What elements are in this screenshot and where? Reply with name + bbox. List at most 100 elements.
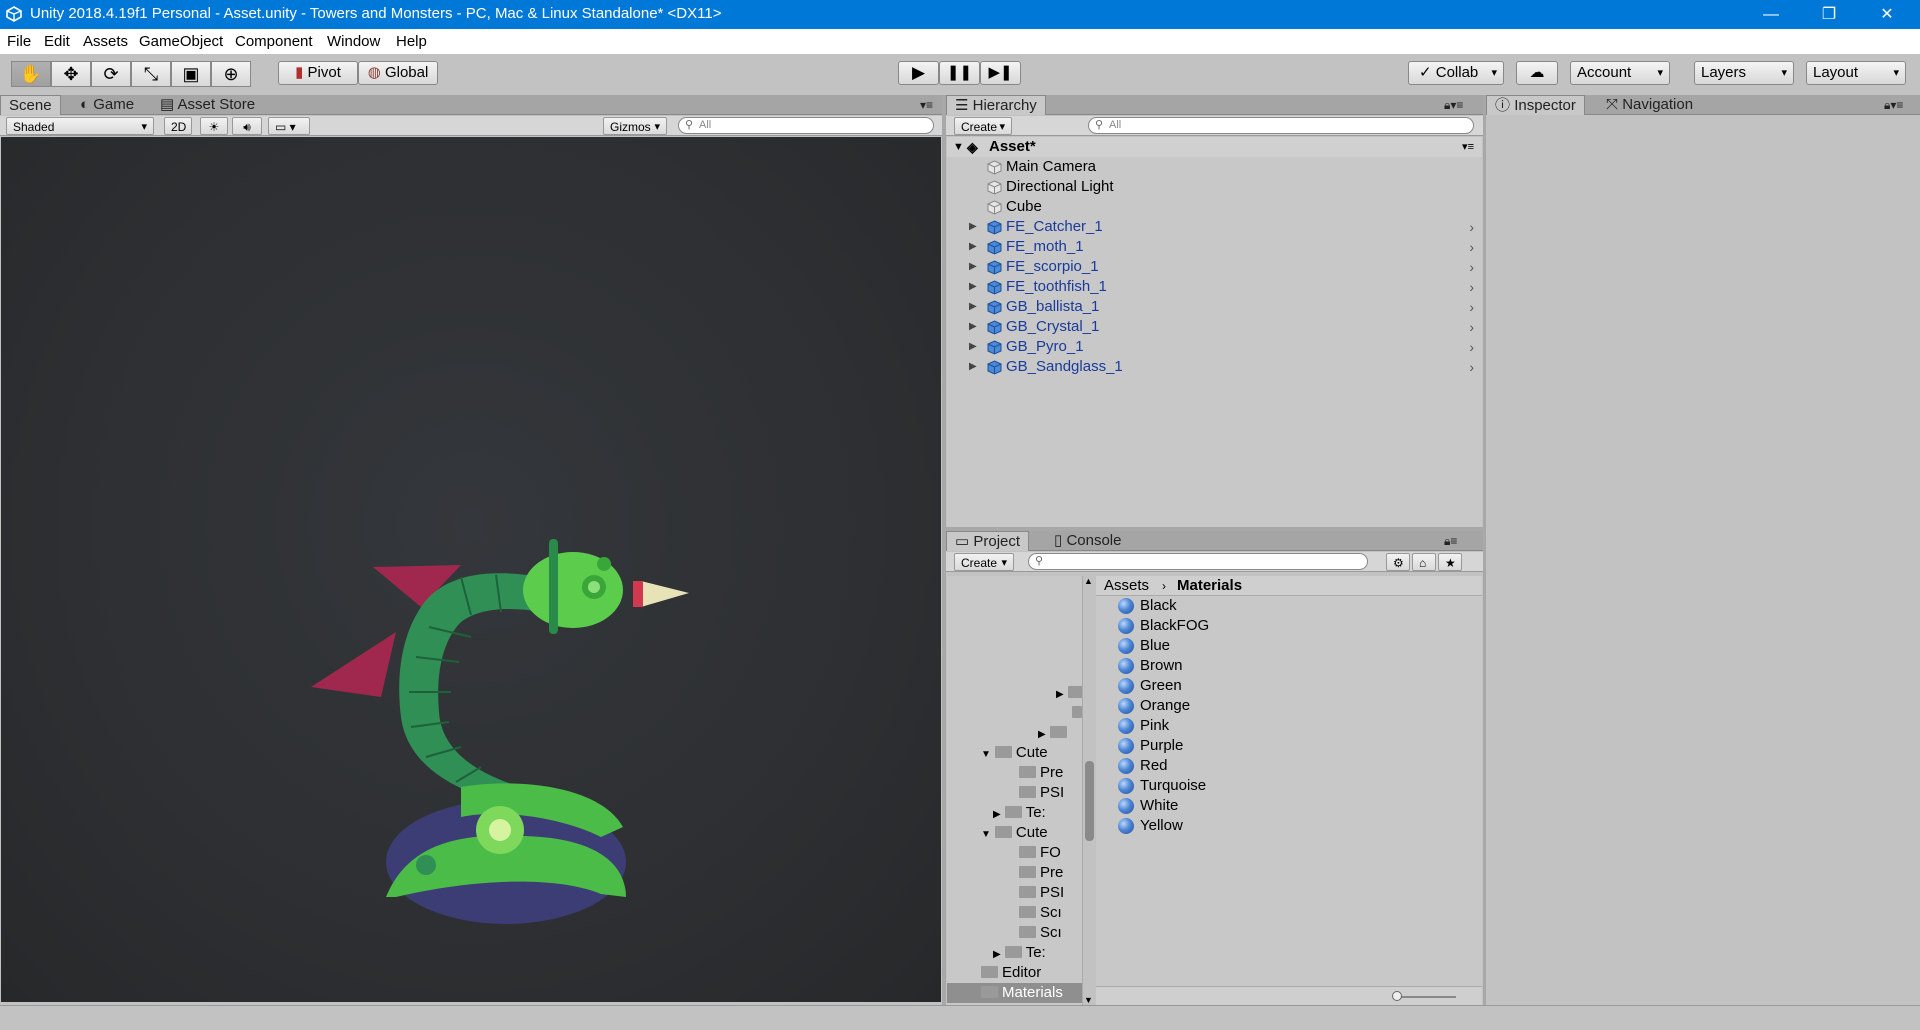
hierarchy-item[interactable]: ▶ FE_scorpio_1 › — [947, 257, 1482, 277]
scale-tool-icon[interactable]: ⤡ — [131, 61, 171, 87]
close-button[interactable]: ✕ — [1858, 0, 1916, 29]
pause-button[interactable]: ❚❚ — [939, 61, 980, 85]
tree-arrow-icon[interactable]: ▼ — [981, 829, 991, 840]
tree-arrow-icon[interactable]: ▼ — [981, 749, 991, 760]
tree-folder-item[interactable]: Pre — [1019, 763, 1063, 783]
tree-folder-item[interactable]: ▶ Te: — [993, 943, 1046, 963]
slider-handle[interactable] — [1392, 991, 1402, 1001]
material-item[interactable]: Turquoise — [1096, 776, 1482, 796]
scroll-thumb[interactable] — [1085, 761, 1094, 841]
icon-size-slider[interactable] — [1396, 996, 1456, 998]
expand-arrow-icon[interactable]: ▶ — [969, 357, 977, 377]
material-item[interactable]: Blue — [1096, 636, 1482, 656]
restore-button[interactable]: ❐ — [1800, 0, 1858, 29]
tab-project[interactable]: ▭ Project — [946, 531, 1030, 551]
material-item[interactable]: Yellow — [1096, 816, 1482, 836]
tree-folder-item[interactable]: PSI — [1019, 883, 1064, 903]
menu-component[interactable]: Component — [235, 33, 313, 50]
project-create-dropdown[interactable]: Create — [954, 553, 1014, 572]
material-item[interactable]: Orange — [1096, 696, 1482, 716]
filter-label-icon[interactable]: ⌂ — [1412, 553, 1436, 571]
hierarchy-item[interactable]: Main Camera — [947, 157, 1482, 177]
hierarchy-item[interactable]: ▶ GB_Sandglass_1 › — [947, 357, 1482, 377]
tree-folder-item[interactable]: ▶ Te: — [993, 803, 1046, 823]
hierarchy-item[interactable]: Cube — [947, 197, 1482, 217]
move-tool-icon[interactable]: ✥ — [51, 61, 91, 87]
tree-folder-item[interactable]: Scı — [1019, 923, 1062, 943]
material-item[interactable]: Black — [1096, 596, 1482, 616]
scene-search-input[interactable]: ⚲ All — [678, 117, 934, 134]
expand-arrow-icon[interactable]: ▶ — [969, 217, 977, 237]
audio-toggle-icon[interactable]: 🔊︎ — [232, 117, 262, 135]
hierarchy-item[interactable]: ▶ GB_ballista_1 › — [947, 297, 1482, 317]
shading-mode-dropdown[interactable]: Shaded — [6, 117, 154, 136]
layers-dropdown[interactable]: Layers — [1694, 61, 1794, 85]
favorite-star-icon[interactable]: ★ — [1438, 553, 1462, 571]
menu-gameobject[interactable]: GameObject — [139, 33, 223, 50]
tree-folder-item[interactable]: ▼ Cute — [981, 743, 1048, 763]
project-search-input[interactable]: ⚲ — [1028, 553, 1368, 570]
breadcrumb-assets[interactable]: Assets — [1104, 576, 1149, 596]
tree-folder-item[interactable]: Editor — [981, 963, 1041, 983]
tab-game[interactable]: ◐ Game — [72, 95, 142, 115]
scene-viewport[interactable] — [1, 137, 941, 1002]
chevron-right-icon[interactable]: › — [1469, 277, 1474, 297]
chevron-right-icon[interactable]: › — [1469, 357, 1474, 377]
menu-file[interactable]: File — [7, 33, 31, 50]
hierarchy-item[interactable]: Directional Light — [947, 177, 1482, 197]
tab-asset-store[interactable]: ▤ Asset Store — [152, 95, 263, 115]
hierarchy-search-input[interactable]: ⚲ All — [1088, 117, 1474, 134]
hierarchy-item[interactable]: ▶ FE_moth_1 › — [947, 237, 1482, 257]
scroll-up-icon[interactable]: ▲ — [1084, 576, 1093, 586]
account-dropdown[interactable]: Account — [1570, 61, 1670, 85]
lock-menu-icon[interactable]: 🔒︎≡ — [1436, 531, 1465, 551]
tab-navigation[interactable]: ⤧ Navigation — [1598, 95, 1701, 115]
chevron-right-icon[interactable]: › — [1469, 257, 1474, 277]
expand-arrow-icon[interactable]: ▶ — [969, 277, 977, 297]
chevron-right-icon[interactable]: › — [1469, 297, 1474, 317]
hierarchy-item[interactable]: ▶ FE_toothfish_1 › — [947, 277, 1482, 297]
tree-folder-item[interactable]: Materials — [947, 983, 1082, 1003]
tree-folder-item[interactable]: FO — [1019, 843, 1061, 863]
tab-hierarchy[interactable]: ☰ Hierarchy — [946, 95, 1046, 115]
chevron-right-icon[interactable]: › — [1469, 237, 1474, 257]
gizmos-dropdown[interactable]: Gizmos — [603, 117, 667, 136]
pivot-toggle[interactable]: ▮ Pivot — [278, 61, 358, 85]
material-item[interactable]: Pink — [1096, 716, 1482, 736]
expand-arrow-icon[interactable]: ▶ — [969, 317, 977, 337]
material-item[interactable]: Red — [1096, 756, 1482, 776]
chevron-right-icon[interactable]: › — [1469, 337, 1474, 357]
tab-console[interactable]: ▯ Console — [1046, 531, 1129, 551]
tree-folder-item[interactable]: Scı — [1019, 903, 1062, 923]
tree-arrow-icon[interactable]: ▶ — [993, 809, 1001, 820]
menu-edit[interactable]: Edit — [44, 33, 70, 50]
expand-arrow-icon[interactable]: ▶ — [969, 237, 977, 257]
rotate-tool-icon[interactable]: ⟳ — [91, 61, 131, 87]
expand-arrow-icon[interactable]: ▶ — [969, 337, 977, 357]
tree-folder-item[interactable]: PSI — [1019, 783, 1064, 803]
menu-assets[interactable]: Assets — [83, 33, 128, 50]
tab-inspector[interactable]: ⓘ Inspector — [1486, 95, 1585, 115]
hand-tool-icon[interactable]: ✋ — [11, 61, 51, 87]
scroll-down-icon[interactable]: ▼ — [1084, 995, 1093, 1005]
panel-menu-icon[interactable]: ▾≡ — [912, 95, 941, 115]
cloud-button[interactable]: ☁ — [1516, 61, 1558, 85]
step-button[interactable]: ▶❚ — [980, 61, 1021, 85]
material-item[interactable]: Purple — [1096, 736, 1482, 756]
hierarchy-item[interactable]: ▶ GB_Pyro_1 › — [947, 337, 1482, 357]
tab-scene[interactable]: Scene — [0, 95, 61, 115]
breadcrumb-materials[interactable]: Materials — [1177, 576, 1242, 596]
material-item[interactable]: Brown — [1096, 656, 1482, 676]
effects-dropdown-icon[interactable]: ▭ ▾ — [268, 117, 310, 135]
filter-type-icon[interactable]: ⚙ — [1386, 553, 1410, 571]
hierarchy-create-dropdown[interactable]: Create — [954, 117, 1012, 136]
2d-toggle[interactable]: 2D — [164, 117, 192, 135]
lock-menu-icon[interactable]: 🔒︎▾≡ — [1436, 95, 1471, 115]
material-item[interactable]: BlackFOG — [1096, 616, 1482, 636]
tree-folder-item[interactable]: ▼ Cute — [981, 823, 1048, 843]
tree-folder-item[interactable]: Pre — [1019, 863, 1063, 883]
menu-window[interactable]: Window — [327, 33, 380, 50]
tree-arrow-icon[interactable]: ▶ — [993, 949, 1001, 960]
expand-arrow-icon[interactable]: ▶ — [969, 297, 977, 317]
chevron-right-icon[interactable]: › — [1469, 217, 1474, 237]
